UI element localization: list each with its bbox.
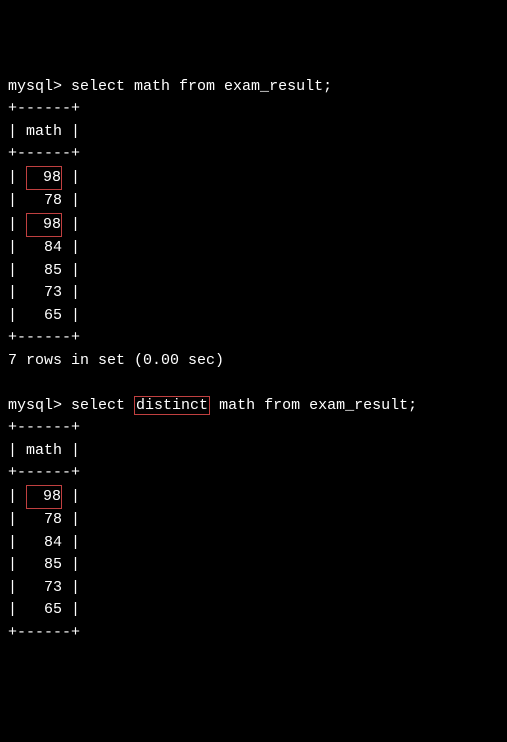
mysql-prompt: mysql>: [8, 397, 62, 414]
mysql-prompt: mysql>: [8, 78, 62, 95]
table-row: | 85 |: [8, 556, 80, 573]
cell-value: 98: [26, 213, 62, 238]
table-border: +------+: [8, 329, 80, 346]
cell-value: 78: [26, 190, 62, 213]
table-row: | 98 |: [8, 488, 80, 505]
table-row: | 78 |: [8, 192, 80, 209]
cell-value: 84: [26, 237, 62, 260]
status-line: 7 rows in set (0.00 sec): [8, 352, 224, 369]
table-row: | 84 |: [8, 534, 80, 551]
table-border: +------+: [8, 624, 80, 641]
table-row: | 73 |: [8, 284, 80, 301]
table-border: +------+: [8, 419, 80, 436]
cell-value: 85: [26, 554, 62, 577]
cell-value: 65: [26, 599, 62, 622]
table-row: | 85 |: [8, 262, 80, 279]
cell-value: 98: [26, 485, 62, 510]
cell-value: 73: [26, 282, 62, 305]
distinct-keyword: distinct: [134, 396, 210, 415]
table-row: | 98 |: [8, 169, 80, 186]
cell-value: 84: [26, 532, 62, 555]
table-row: | 78 |: [8, 511, 80, 528]
table-row: | 65 |: [8, 307, 80, 324]
table-border: +------+: [8, 145, 80, 162]
table-row: | 84 |: [8, 239, 80, 256]
terminal-output: mysql> select math from exam_result; +---…: [8, 76, 499, 645]
column-header: | math |: [8, 123, 80, 140]
table-row: | 73 |: [8, 579, 80, 596]
cell-value: 65: [26, 305, 62, 328]
sql-command: select distinct math from exam_result;: [71, 396, 417, 415]
column-header: | math |: [8, 442, 80, 459]
cell-value: 73: [26, 577, 62, 600]
cell-value: 78: [26, 509, 62, 532]
table-row: | 65 |: [8, 601, 80, 618]
sql-command: select math from exam_result;: [71, 78, 332, 95]
table-row: | 98 |: [8, 216, 80, 233]
table-border: +------+: [8, 464, 80, 481]
table-border: +------+: [8, 100, 80, 117]
cell-value: 85: [26, 260, 62, 283]
cell-value: 98: [26, 166, 62, 191]
